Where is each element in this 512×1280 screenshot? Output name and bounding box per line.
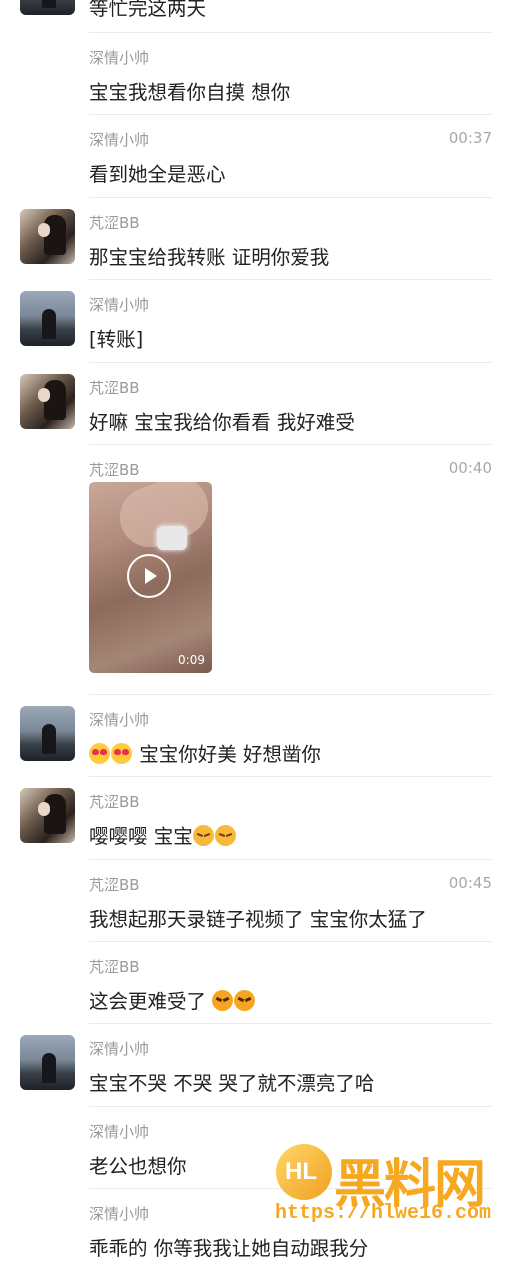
angry-emoji-icon: [212, 990, 234, 1011]
message-text[interactable]: 看到她全是恶心: [89, 158, 226, 187]
watermark-logo-icon: [276, 1144, 332, 1200]
message-text[interactable]: 宝宝不哭 不哭 哭了就不漂亮了哈: [89, 1067, 374, 1096]
sender-name: 芃涩BB: [89, 876, 140, 894]
heart-eyes-emoji-icon: [111, 743, 132, 764]
sender-name: 芃涩BB: [89, 793, 140, 811]
avatar-girl[interactable]: [20, 209, 75, 264]
divider: [89, 114, 492, 115]
heart-eyes-emoji-icon: [89, 743, 110, 764]
sender-name: 深情小帅: [89, 1123, 150, 1141]
divider: [89, 32, 492, 33]
watermark: 黑料网 https://hlwe16.com: [272, 1138, 512, 1233]
transfer-message[interactable]: [转账]: [89, 323, 143, 352]
divider: [89, 694, 492, 695]
avatar-guy[interactable]: [20, 706, 75, 761]
message-text[interactable]: 我想起那天录链子视频了 宝宝你太猛了: [89, 903, 427, 932]
avatar-guy[interactable]: [20, 1035, 75, 1090]
avatar-guy[interactable]: [20, 0, 75, 15]
message-text: 宝宝你好美 好想凿你: [139, 743, 321, 766]
play-icon[interactable]: [127, 554, 171, 598]
video-duration: 0:09: [178, 653, 205, 667]
sender-name: 深情小帅: [89, 1205, 150, 1223]
sender-name: 深情小帅: [89, 711, 150, 729]
message-text: 等忙完这两天: [89, 0, 207, 20]
sender-name: 芃涩BB: [89, 214, 140, 232]
sender-name: 深情小帅: [89, 49, 150, 67]
divider: [89, 444, 492, 445]
divider: [89, 197, 492, 198]
message-with-emoji[interactable]: 嘤嘤嘤 宝宝: [89, 820, 237, 849]
avatar-girl[interactable]: [20, 788, 75, 843]
sender-name: 芃涩BB: [89, 461, 140, 479]
sender-name: 深情小帅: [89, 296, 150, 314]
pout-emoji-icon: [192, 825, 214, 846]
pout-emoji-icon: [214, 825, 236, 846]
divider: [89, 776, 492, 777]
message-text[interactable]: 乖乖的 你等我我让她自动跟我分: [89, 1232, 368, 1261]
avatar-guy[interactable]: [20, 291, 75, 346]
message-text: 嘤嘤嘤 宝宝: [89, 825, 193, 848]
message-text[interactable]: 宝宝我想看你自摸 想你: [89, 76, 290, 105]
message-with-emoji[interactable]: 宝宝你好美 好想凿你: [89, 738, 321, 767]
divider: [89, 1106, 492, 1107]
sender-name: 深情小帅: [89, 131, 150, 149]
sender-name: 芃涩BB: [89, 958, 140, 976]
timestamp: 00:37: [448, 129, 492, 147]
angry-emoji-icon: [234, 990, 256, 1011]
message-text[interactable]: 老公也想你: [89, 1150, 187, 1179]
message-with-emoji[interactable]: 这会更难受了: [89, 985, 256, 1014]
sender-name: 深情小帅: [89, 1040, 150, 1058]
message-text[interactable]: 那宝宝给我转账 证明你爱我: [89, 241, 329, 270]
avatar-girl[interactable]: [20, 374, 75, 429]
timestamp: 00:45: [448, 874, 492, 892]
sender-name: 芃涩BB: [89, 379, 140, 397]
timestamp: 00:40: [448, 459, 492, 477]
divider: [89, 279, 492, 280]
message-text[interactable]: 好嘛 宝宝我给你看看 我好难受: [89, 406, 355, 435]
watermark-url: https://hlwe16.com: [275, 1202, 492, 1225]
message-text: 这会更难受了: [89, 990, 207, 1013]
video-message[interactable]: 0:09: [89, 482, 212, 673]
video-thumbnail-detail: [157, 526, 187, 550]
divider: [89, 859, 492, 860]
divider: [89, 362, 492, 363]
divider: [89, 1023, 492, 1024]
divider: [89, 941, 492, 942]
